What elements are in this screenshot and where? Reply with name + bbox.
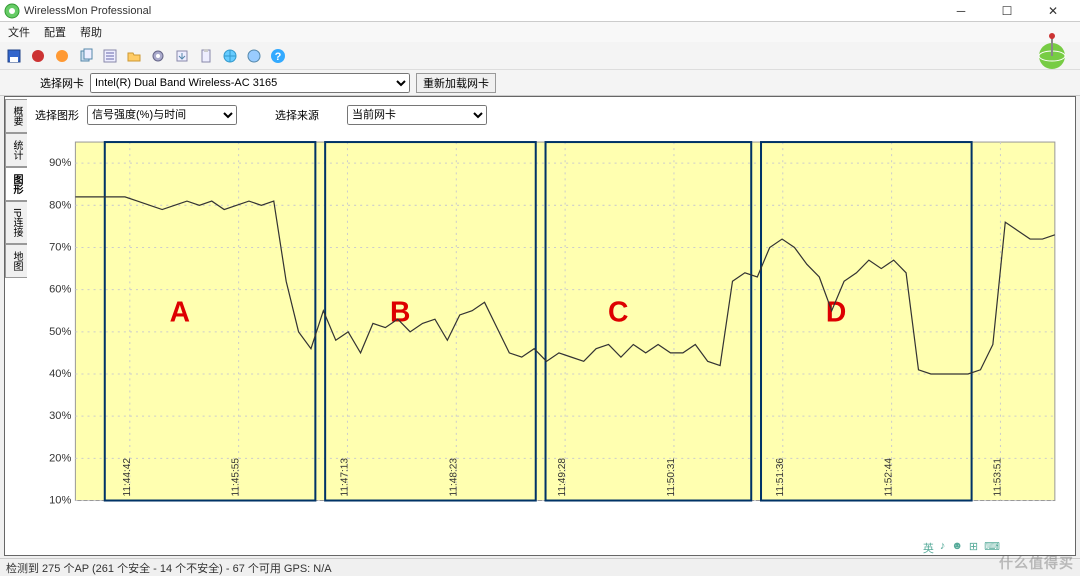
svg-text:11:49:28: 11:49:28: [557, 458, 568, 497]
export-icon[interactable]: [172, 46, 192, 66]
menu-config[interactable]: 配置: [44, 24, 66, 40]
menu-help[interactable]: 帮助: [80, 24, 102, 40]
svg-text:10%: 10%: [49, 495, 71, 507]
svg-text:11:51:36: 11:51:36: [775, 458, 786, 497]
gear-icon[interactable]: [148, 46, 168, 66]
tab-map[interactable]: 地图: [5, 244, 27, 278]
svg-text:50%: 50%: [49, 326, 71, 338]
svg-text:?: ?: [275, 51, 282, 63]
help-icon[interactable]: ?: [268, 46, 288, 66]
svg-text:11:44:42: 11:44:42: [122, 458, 133, 497]
tab-ipconn[interactable]: IP连接: [5, 201, 27, 244]
maximize-button[interactable]: ☐: [984, 0, 1030, 22]
nic-select[interactable]: Intel(R) Dual Band Wireless-AC 3165: [90, 73, 410, 93]
svg-text:11:50:31: 11:50:31: [666, 458, 677, 497]
stop-icon[interactable]: [52, 46, 72, 66]
tab-graph[interactable]: 图形: [5, 167, 27, 201]
network-icon[interactable]: [244, 46, 264, 66]
nic-selector-row: 选择网卡 Intel(R) Dual Band Wireless-AC 3165…: [0, 70, 1080, 96]
svg-text:11:52:44: 11:52:44: [884, 458, 895, 497]
svg-text:11:53:51: 11:53:51: [992, 458, 1003, 497]
close-button[interactable]: ✕: [1030, 0, 1076, 22]
graph-src-select[interactable]: 当前网卡: [347, 105, 487, 125]
svg-text:20%: 20%: [49, 452, 71, 464]
save-icon[interactable]: [4, 46, 24, 66]
svg-text:11:47:13: 11:47:13: [339, 458, 350, 497]
svg-text:C: C: [608, 295, 628, 327]
app-icon: [4, 3, 20, 19]
svg-text:90%: 90%: [49, 157, 71, 169]
record-icon[interactable]: [28, 46, 48, 66]
main-panel: 概要 统计 图形 IP连接 地图 选择图形 信号强度(%)与时间 选择来源 当前…: [4, 96, 1076, 556]
graph-src-label: 选择来源: [275, 107, 319, 123]
graph-controls: 选择图形 信号强度(%)与时间 选择来源 当前网卡: [35, 103, 1065, 127]
menu-bar: 文件 配置 帮助: [0, 22, 1080, 42]
graph-type-label: 选择图形: [35, 107, 79, 123]
status-bar: 检测到 275 个AP (261 个安全 - 14 个不安全) - 67 个可用…: [0, 558, 1080, 576]
globe-antenna-icon: [1032, 30, 1072, 70]
tab-summary[interactable]: 概要: [5, 99, 27, 133]
clipboard-icon[interactable]: [196, 46, 216, 66]
window-title: WirelessMon Professional: [24, 5, 938, 17]
svg-text:A: A: [170, 295, 190, 327]
copy-icon[interactable]: [76, 46, 96, 66]
menu-file[interactable]: 文件: [8, 24, 30, 40]
signal-chart: 10% 20% 30% 40% 50% 60% 70% 80% 90% 11:44:42 11:45…: [35, 137, 1065, 541]
toolbar: ?: [0, 42, 1080, 70]
list-icon[interactable]: [100, 46, 120, 66]
minimize-button[interactable]: ─: [938, 0, 984, 22]
svg-text:40%: 40%: [49, 368, 71, 380]
globe-icon[interactable]: [220, 46, 240, 66]
reload-nic-button[interactable]: 重新加载网卡: [416, 73, 496, 93]
svg-text:60%: 60%: [49, 284, 71, 296]
title-bar: WirelessMon Professional ─ ☐ ✕: [0, 0, 1080, 22]
graph-type-select[interactable]: 信号强度(%)与时间: [87, 105, 237, 125]
svg-text:70%: 70%: [49, 242, 71, 254]
svg-text:30%: 30%: [49, 410, 71, 422]
tab-stats[interactable]: 统计: [5, 133, 27, 167]
svg-text:80%: 80%: [49, 199, 71, 211]
status-text: 检测到 275 个AP (261 个安全 - 14 个不安全) - 67 个可用…: [6, 563, 332, 575]
svg-text:11:45:55: 11:45:55: [231, 458, 242, 497]
open-icon[interactable]: [124, 46, 144, 66]
svg-text:11:48:23: 11:48:23: [448, 458, 459, 497]
nic-label: 选择网卡: [40, 75, 84, 91]
side-tabs: 概要 统计 图形 IP连接 地图: [5, 99, 27, 278]
